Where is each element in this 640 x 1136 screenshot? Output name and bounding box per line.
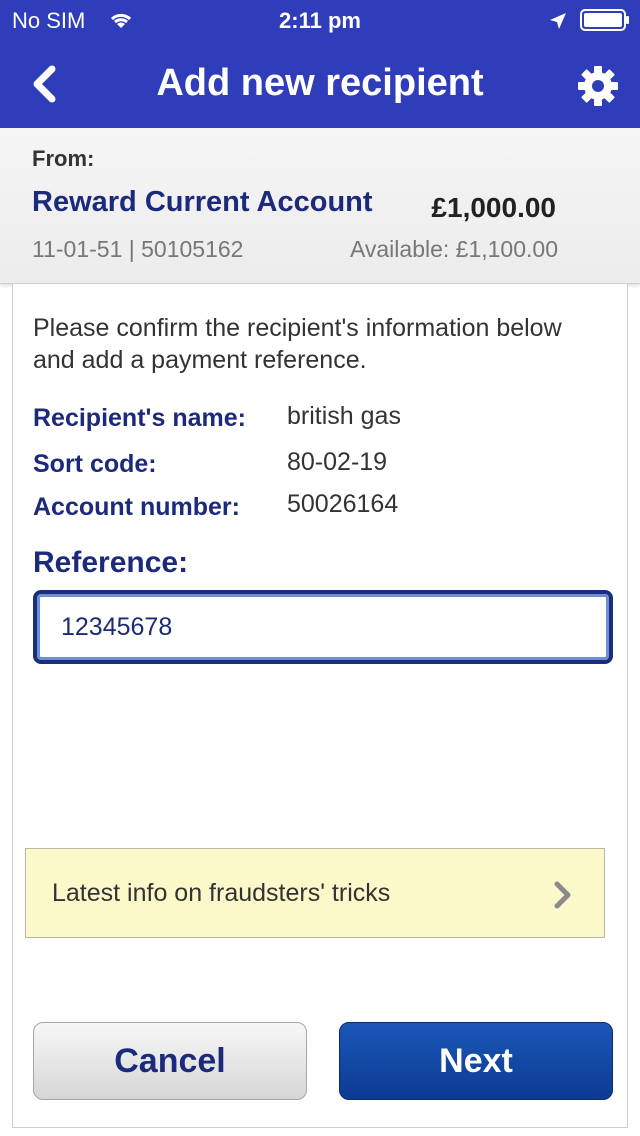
intro-text: Please confirm the recipient's informati… (33, 314, 562, 374)
from-account-panel: From: Reward Current Account £1,000.00 1… (0, 128, 640, 284)
recipient-name-label: Recipient's name: (33, 404, 246, 432)
account-balance: £1,000.00 (431, 192, 556, 223)
status-time: 2:11 pm (279, 8, 361, 33)
fraud-info-banner[interactable]: Latest info on fraudsters' tricks (25, 848, 605, 938)
nav-bar: Add new recipient (0, 40, 640, 128)
recipient-name-value: british gas (287, 402, 401, 430)
chevron-right-icon (554, 881, 571, 909)
page-title: Add new recipient (156, 62, 484, 104)
account-name: Reward Current Account (32, 186, 373, 218)
recipient-details-card: Please confirm the recipient's informati… (12, 284, 628, 1128)
location-icon (550, 13, 566, 29)
fraud-info-text: Latest info on fraudsters' tricks (52, 878, 391, 907)
gear-icon[interactable] (576, 64, 620, 108)
next-button[interactable]: Next (339, 1022, 613, 1100)
from-label: From: (32, 146, 95, 171)
sort-code-value: 80-02-19 (287, 448, 388, 476)
available-balance: Available: £1,100.00 (349, 236, 558, 262)
sort-code-label: Sort code: (33, 450, 157, 478)
account-sort-and-number: 11-01-51 | 50105162 (32, 236, 244, 262)
cancel-button[interactable]: Cancel (33, 1022, 307, 1100)
status-bar: No SIM 2:11 pm (0, 0, 640, 40)
top-bar: No SIM 2:11 pm Add new recipient (0, 0, 640, 128)
battery-icon (580, 9, 629, 31)
reference-label: Reference: (33, 546, 189, 579)
account-number-value: 50026164 (287, 490, 399, 518)
account-number-label: Account number: (33, 493, 240, 521)
reference-input[interactable] (33, 590, 613, 664)
